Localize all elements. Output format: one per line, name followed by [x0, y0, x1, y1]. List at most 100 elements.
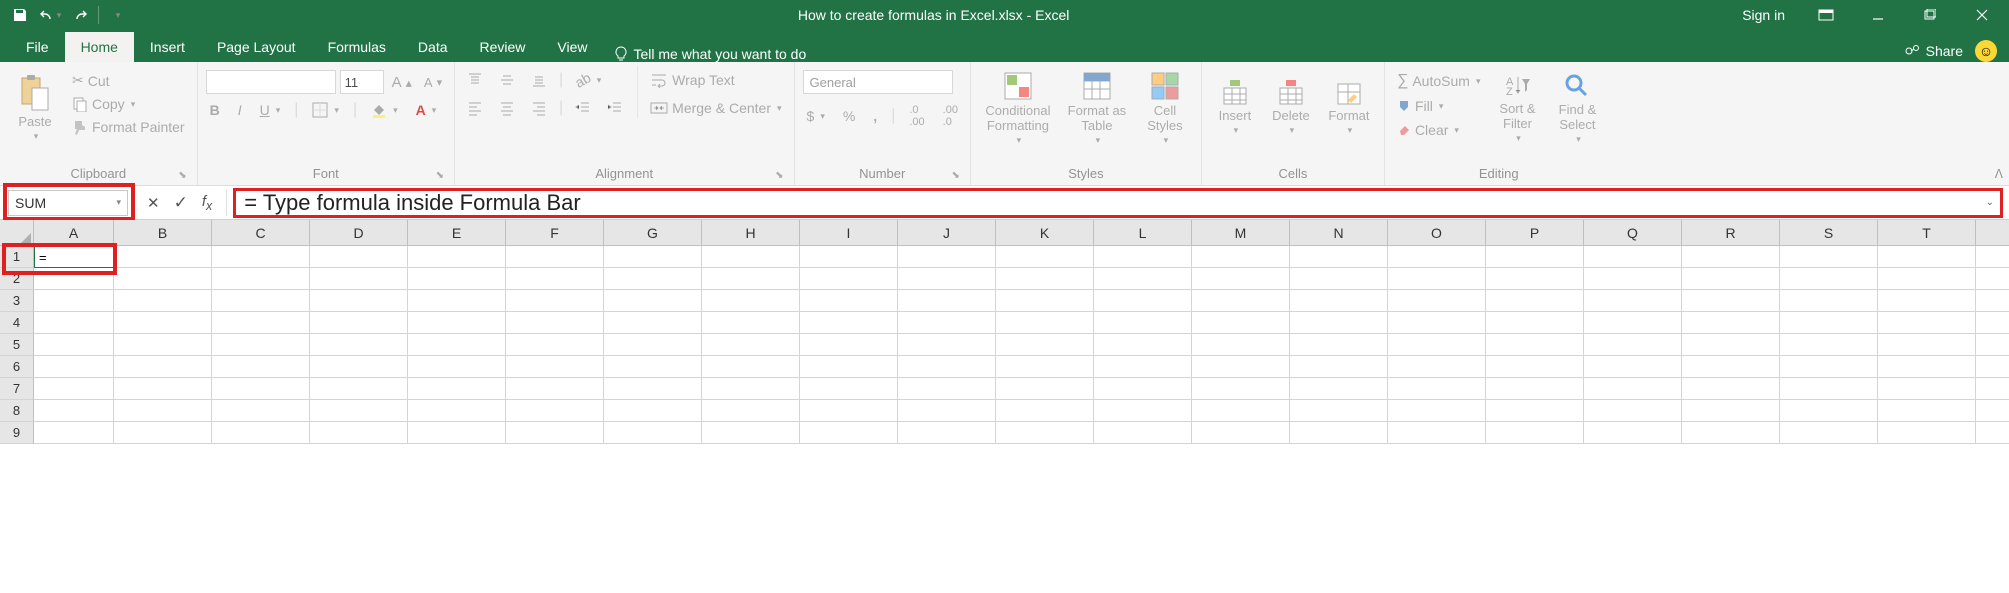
cell[interactable] — [1388, 422, 1486, 444]
cell[interactable] — [1976, 290, 2009, 312]
bold-button[interactable]: B — [206, 100, 224, 120]
cell[interactable] — [1388, 378, 1486, 400]
cell[interactable] — [34, 422, 114, 444]
close-button[interactable] — [1959, 0, 2005, 30]
cell[interactable] — [1486, 312, 1584, 334]
column-header[interactable]: D — [310, 220, 408, 246]
cell[interactable] — [1290, 246, 1388, 268]
minimize-button[interactable] — [1855, 0, 1901, 30]
cell[interactable] — [1094, 378, 1192, 400]
cell[interactable] — [996, 268, 1094, 290]
cell[interactable] — [1486, 290, 1584, 312]
orientation-button[interactable]: ab▾ — [571, 70, 605, 90]
column-header[interactable]: M — [1192, 220, 1290, 246]
cell[interactable] — [1682, 312, 1780, 334]
column-header[interactable]: Q — [1584, 220, 1682, 246]
cell[interactable] — [1780, 312, 1878, 334]
save-button[interactable] — [6, 2, 34, 28]
cell[interactable] — [1682, 422, 1780, 444]
cell[interactable] — [114, 334, 212, 356]
cell[interactable] — [114, 400, 212, 422]
cell[interactable] — [898, 356, 996, 378]
cell[interactable] — [1290, 356, 1388, 378]
tab-data[interactable]: Data — [402, 32, 464, 62]
cell[interactable] — [996, 378, 1094, 400]
cell[interactable] — [800, 290, 898, 312]
cell[interactable] — [604, 400, 702, 422]
delete-cells-button[interactable]: Delete▾ — [1266, 66, 1316, 150]
feedback-button[interactable]: ☺ — [1975, 40, 1997, 62]
tab-insert[interactable]: Insert — [134, 32, 201, 62]
cell[interactable] — [604, 422, 702, 444]
cell[interactable] — [310, 422, 408, 444]
cell[interactable] — [1682, 378, 1780, 400]
cell[interactable] — [702, 356, 800, 378]
font-size-combo[interactable] — [340, 70, 384, 94]
cell[interactable] — [1192, 312, 1290, 334]
cell[interactable] — [1486, 356, 1584, 378]
cell[interactable] — [1976, 400, 2009, 422]
column-header[interactable]: B — [114, 220, 212, 246]
cell[interactable] — [1584, 268, 1682, 290]
insert-function-button[interactable]: fx — [202, 193, 212, 213]
cell[interactable] — [996, 356, 1094, 378]
cell[interactable] — [800, 334, 898, 356]
share-button[interactable]: Share — [1904, 43, 1963, 59]
cell[interactable] — [1878, 268, 1976, 290]
clear-button[interactable]: Clear▾ — [1393, 120, 1485, 140]
cell[interactable] — [1388, 290, 1486, 312]
cell[interactable] — [996, 422, 1094, 444]
row-header[interactable]: 9 — [0, 422, 34, 444]
column-header[interactable]: I — [800, 220, 898, 246]
cell[interactable] — [898, 312, 996, 334]
column-header[interactable]: O — [1388, 220, 1486, 246]
cell[interactable] — [1388, 334, 1486, 356]
cell[interactable] — [1976, 246, 2009, 268]
cell[interactable] — [506, 378, 604, 400]
cell[interactable] — [604, 290, 702, 312]
cell[interactable] — [212, 312, 310, 334]
row-header[interactable]: 6 — [0, 356, 34, 378]
cell[interactable] — [604, 356, 702, 378]
cell[interactable] — [408, 312, 506, 334]
cell-styles-button[interactable]: Cell Styles▾ — [1137, 66, 1193, 150]
cell[interactable] — [1878, 356, 1976, 378]
cell[interactable] — [506, 334, 604, 356]
cell[interactable] — [1878, 334, 1976, 356]
cell[interactable] — [408, 400, 506, 422]
column-header[interactable]: N — [1290, 220, 1388, 246]
cell[interactable] — [1094, 312, 1192, 334]
cell[interactable] — [506, 290, 604, 312]
accounting-format-button[interactable]: $▾ — [803, 106, 829, 126]
cell[interactable] — [408, 378, 506, 400]
cell[interactable] — [1192, 246, 1290, 268]
row-header[interactable]: 3 — [0, 290, 34, 312]
cell[interactable] — [212, 290, 310, 312]
cell[interactable] — [1878, 400, 1976, 422]
cell[interactable] — [1388, 268, 1486, 290]
wrap-text-button[interactable]: Wrap Text — [646, 70, 785, 90]
cell[interactable] — [34, 334, 114, 356]
tab-formulas[interactable]: Formulas — [312, 32, 402, 62]
row-header[interactable]: 8 — [0, 400, 34, 422]
cell[interactable] — [212, 422, 310, 444]
cell[interactable] — [996, 290, 1094, 312]
column-header[interactable]: C — [212, 220, 310, 246]
cell[interactable] — [898, 246, 996, 268]
enter-formula-button[interactable]: ✓ — [174, 193, 188, 213]
align-top-button[interactable] — [463, 70, 487, 90]
cell[interactable] — [996, 312, 1094, 334]
column-header[interactable]: T — [1878, 220, 1976, 246]
cell[interactable] — [1290, 312, 1388, 334]
cell[interactable] — [408, 246, 506, 268]
tab-page-layout[interactable]: Page Layout — [201, 32, 312, 62]
cell[interactable] — [604, 312, 702, 334]
cell[interactable] — [702, 312, 800, 334]
cell[interactable] — [1584, 290, 1682, 312]
cell[interactable] — [1976, 334, 2009, 356]
cell[interactable] — [1094, 400, 1192, 422]
row-header[interactable]: 1 — [0, 246, 34, 268]
cell[interactable] — [702, 378, 800, 400]
cell[interactable] — [1780, 334, 1878, 356]
cell[interactable] — [702, 246, 800, 268]
